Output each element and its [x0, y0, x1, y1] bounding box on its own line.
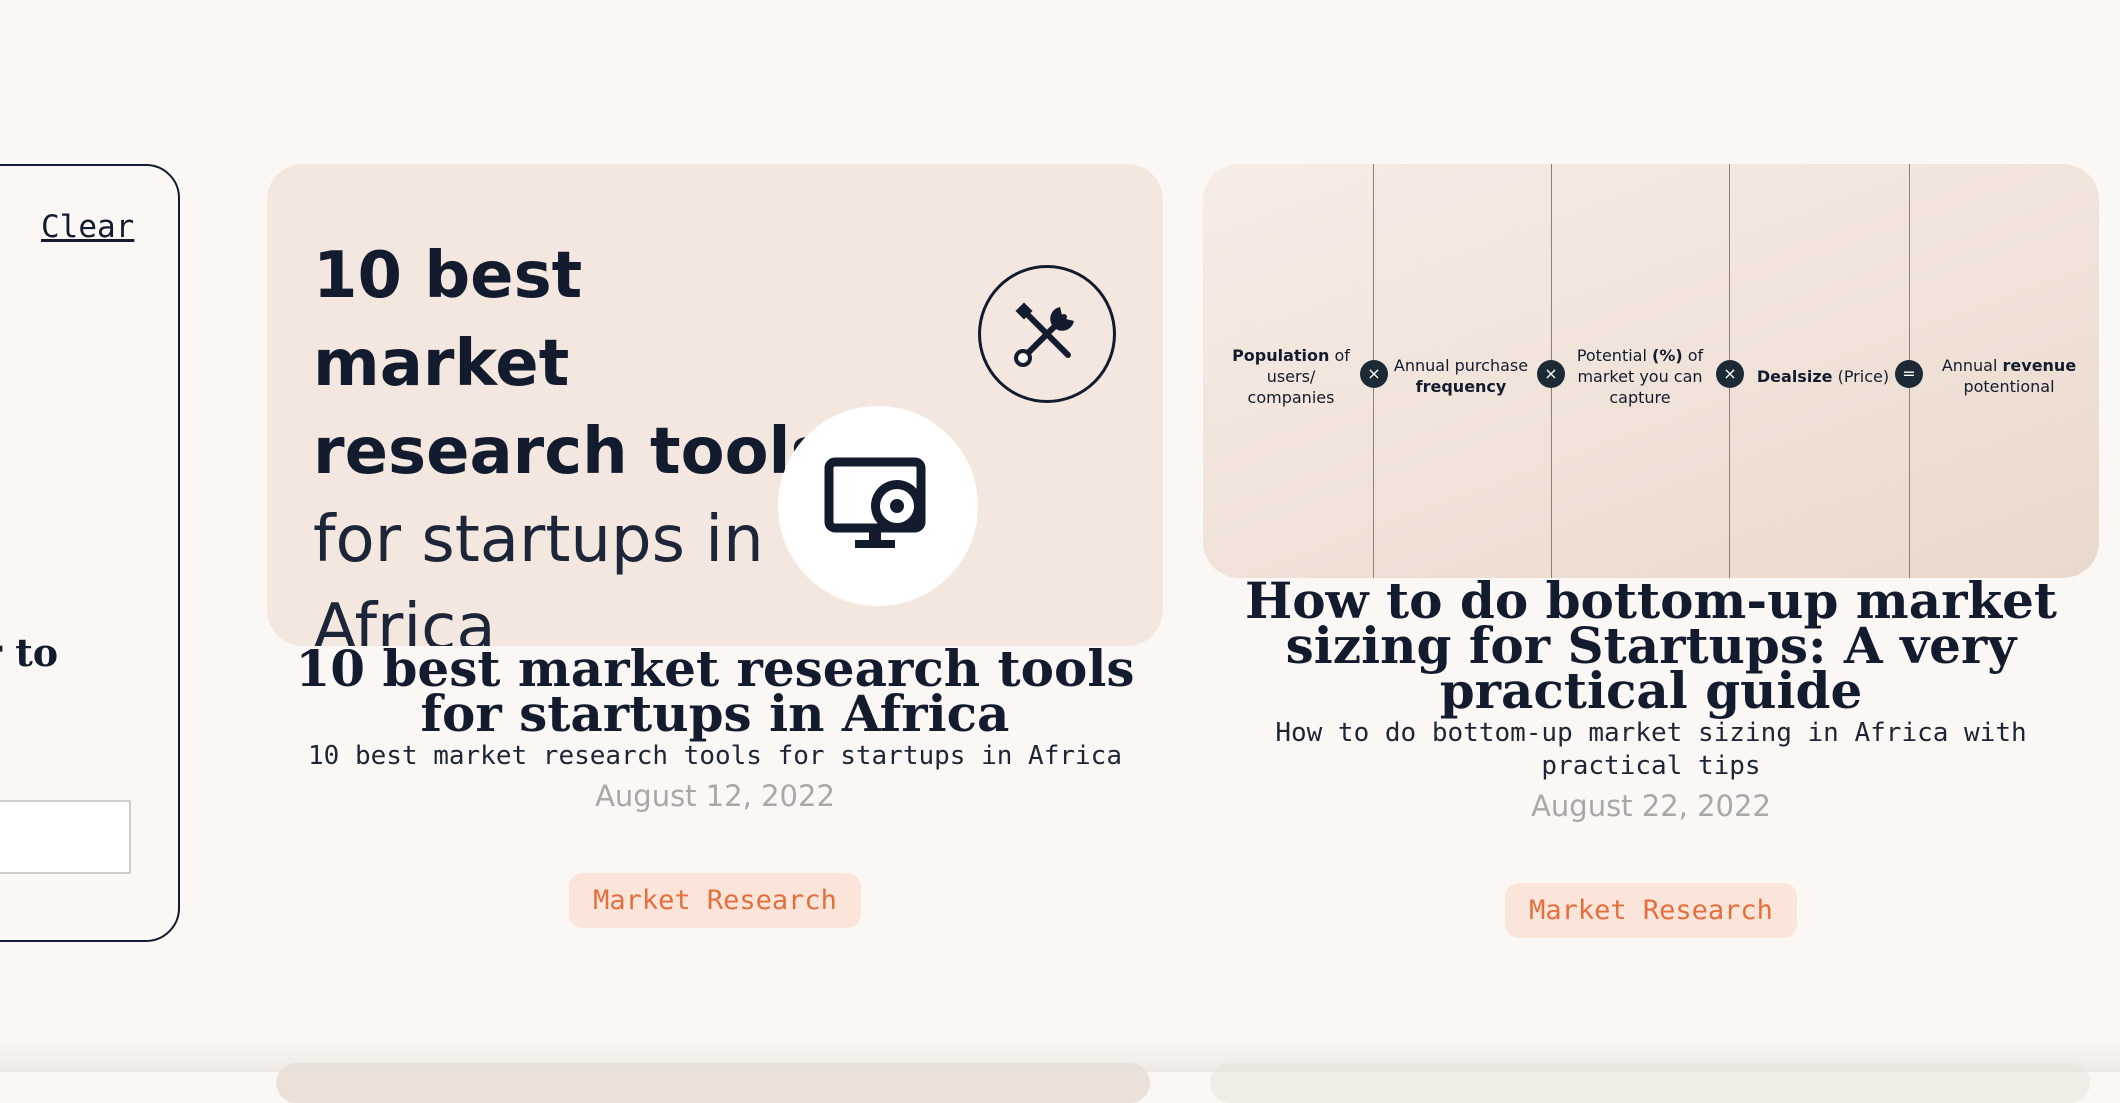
formula-term-revenue: Annual revenue potentional — [1941, 356, 2077, 396]
article-thumbnail[interactable]: 10 best market research tools for startu… — [267, 164, 1163, 646]
formula-term-dealsize: Dealsize (Price) — [1756, 367, 1890, 386]
formula-term-frequency: Annual purchase frequency — [1393, 356, 1529, 396]
article-date: August 12, 2022 — [595, 779, 835, 813]
tools-icon — [978, 265, 1116, 403]
article-date: August 22, 2022 — [1531, 789, 1771, 823]
category-tag[interactable]: Market Research — [569, 873, 861, 928]
thumbnail-title-light-1: for startups in — [313, 503, 764, 577]
article-card[interactable]: 10 best market research tools for startu… — [267, 164, 1163, 928]
article-description: How to do bottom-up market sizing in Afr… — [1275, 718, 2027, 781]
thumbnail-title-bold-1: 10 best market — [313, 239, 583, 401]
thumbnail-title-bold-2: research tools — [313, 415, 829, 489]
multiply-icon: × — [1716, 360, 1744, 388]
formula-term-population: Population of users/ companies — [1232, 346, 1350, 407]
filter-input[interactable] — [0, 800, 131, 874]
formula-term-potential: Potential (%) of market you can capture — [1576, 346, 1704, 407]
article-card[interactable]: Population of users/ companies × Annual … — [1203, 164, 2099, 938]
clear-filters-link[interactable]: Clear — [41, 209, 134, 245]
article-title[interactable]: How to do bottom-up market sizing for St… — [1203, 576, 2099, 716]
article-thumbnail[interactable]: Population of users/ companies × Annual … — [1203, 164, 2099, 578]
article-title[interactable]: 10 best market research tools for startu… — [267, 644, 1163, 739]
monitor-icon — [778, 406, 978, 606]
multiply-icon: × — [1360, 360, 1388, 388]
equals-icon: = — [1895, 360, 1923, 388]
thumbnail-title: 10 best market research tools for startu… — [313, 232, 833, 646]
article-description: 10 best market research tools for startu… — [308, 741, 1122, 771]
category-tag[interactable]: Market Research — [1505, 883, 1797, 938]
multiply-icon: × — [1537, 360, 1565, 388]
thumbnail-title-light-2: Africa — [313, 591, 496, 646]
filter-panel-label: r to — [0, 630, 59, 675]
scroll-shadow — [0, 1040, 2120, 1072]
